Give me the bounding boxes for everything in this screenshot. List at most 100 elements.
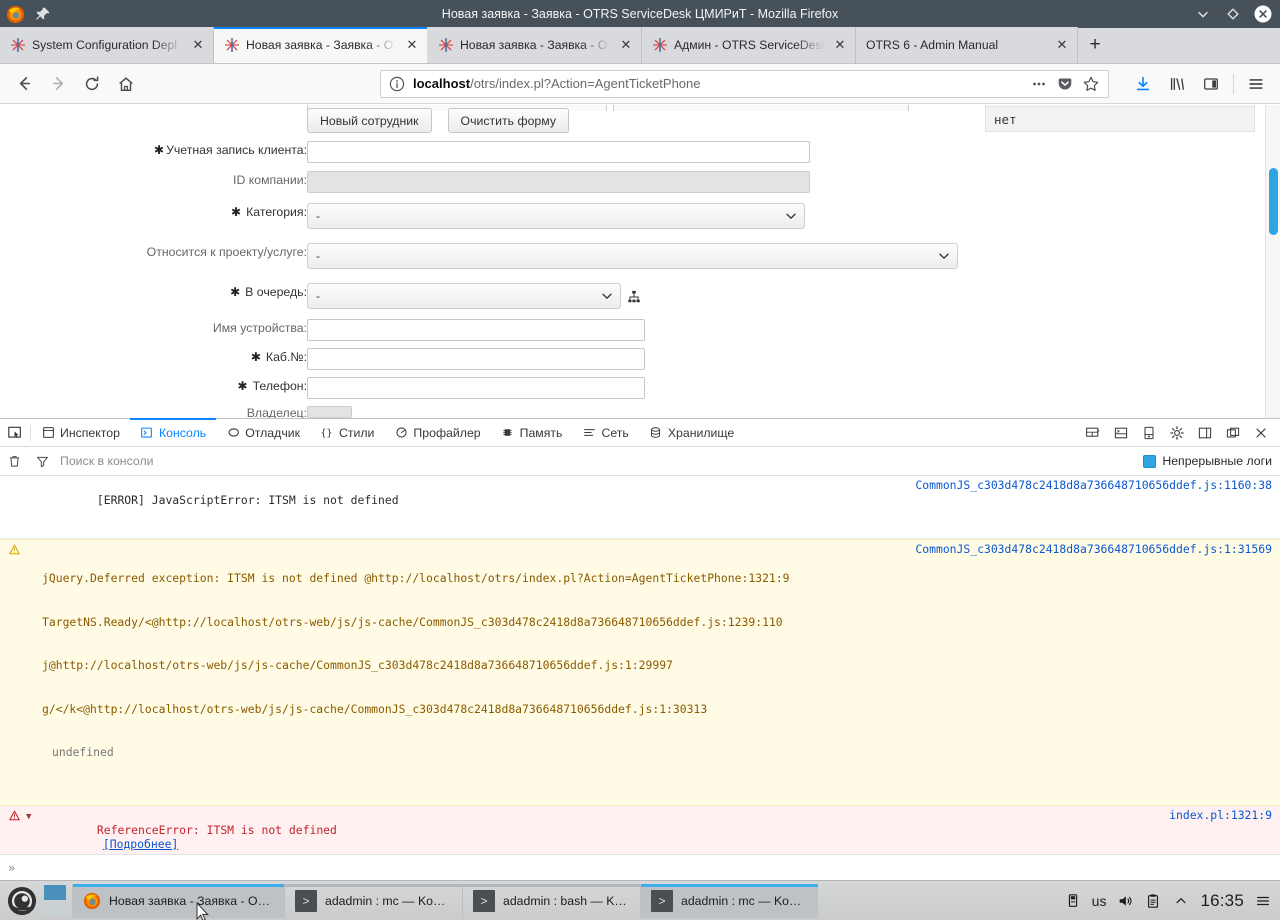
console-message-line: TargetNS.Ready/<@http://localhost/otrs-w… [42, 614, 783, 629]
debugger-icon [226, 426, 240, 440]
window-close-button[interactable] [1254, 5, 1272, 23]
back-button[interactable] [8, 69, 40, 99]
split-console-icon[interactable] [1108, 421, 1134, 445]
category-select[interactable]: - [307, 203, 805, 229]
browser-tab-1[interactable]: Новая заявка - Заявка - ОТ ✕ [214, 27, 428, 63]
project-service-select[interactable]: - [307, 243, 958, 269]
dock-side-icon[interactable] [1192, 421, 1218, 445]
forward-button[interactable] [42, 69, 74, 99]
page-info-icon[interactable] [389, 76, 405, 92]
browser-tab-2[interactable]: Новая заявка - Заявка - ОТ ✕ [428, 27, 642, 63]
new-employee-button[interactable]: Новый сотрудник [307, 108, 432, 133]
taskbar-item-konsole-mc[interactable]: > adadmin : mc — Konsole [640, 883, 818, 918]
category-select-value: - [316, 209, 321, 223]
queue-tree-view-icon[interactable] [627, 290, 641, 304]
room-number-input[interactable] [307, 348, 645, 370]
clear-form-button[interactable]: Очистить форму [447, 108, 570, 133]
volume-icon[interactable] [1116, 892, 1134, 910]
page-scrollbar-track[interactable] [1265, 105, 1280, 418]
tray-menu-icon[interactable] [1254, 892, 1272, 910]
owner-input[interactable] [307, 406, 352, 418]
console-input-prompt[interactable]: » [0, 854, 1280, 880]
clipped-widget-top-right [613, 105, 909, 111]
page-scrollbar-thumb[interactable] [1269, 168, 1278, 235]
address-bar[interactable]: localhost/otrs/index.pl?Action=AgentTick… [380, 69, 1109, 98]
persist-logs-toggle[interactable]: Непрерывные логи [1143, 454, 1280, 468]
device-name-input[interactable] [307, 319, 645, 341]
persist-logs-checkbox[interactable] [1143, 454, 1157, 468]
devtools-tab-style-editor[interactable]: {} Стили [310, 419, 384, 447]
page-actions-icon[interactable] [1026, 72, 1052, 96]
console-output[interactable]: [ERROR] JavaScriptError: ITSM is not def… [0, 476, 1280, 880]
clear-console-icon[interactable] [0, 447, 28, 475]
console-message-source[interactable]: index.pl:1321:9 [1169, 808, 1272, 823]
desktop-taskbar: Новая заявка - Заявка - OTRS S... > adad… [0, 880, 1280, 920]
devtools-tab-label: Хранилище [667, 425, 735, 440]
pager-desktop-1[interactable] [44, 884, 66, 900]
required-marker-icon: ✱ [231, 205, 242, 219]
console-message-1[interactable]: jQuery.Deferred exception: ITSM is not d… [0, 539, 1280, 806]
tab-close-icon[interactable]: ✕ [189, 36, 207, 54]
otrs-favicon-icon [652, 37, 668, 53]
browser-tab-0[interactable]: System Configuration Depl ✕ [0, 27, 214, 63]
taskbar-item-firefox[interactable]: Новая заявка - Заявка - OTRS S... [72, 883, 284, 918]
reload-button[interactable] [76, 69, 108, 99]
usb-device-icon[interactable] [1064, 892, 1082, 910]
dock-window-icon[interactable] [1220, 421, 1246, 445]
console-message-source[interactable]: CommonJS_c303d478c2418d8a736648710656dde… [915, 542, 1272, 557]
taskbar-item-konsole-bash[interactable]: > adadmin : bash — Konsole [462, 883, 640, 918]
devtools-tab-memory[interactable]: Память [491, 419, 573, 447]
devtools-tab-debugger[interactable]: Отладчик [216, 419, 310, 447]
element-picker-icon[interactable] [0, 425, 30, 441]
settings-gear-icon[interactable] [1164, 421, 1190, 445]
browser-tab-3[interactable]: Админ - OTRS ServiceDesk ✕ [642, 27, 856, 63]
window-maximize-button[interactable] [1224, 5, 1242, 23]
responsive-design-mode-icon[interactable] [1080, 421, 1106, 445]
field-label: Категория: [246, 205, 307, 219]
customer-account-input[interactable] [307, 141, 810, 163]
devtools-tab-storage[interactable]: Хранилище [639, 419, 744, 447]
devtools-tab-console[interactable]: Консоль [129, 417, 217, 447]
taskbar-item-konsole-mc-2[interactable]: > adadmin : mc — Konsole <2> [284, 883, 462, 918]
home-button[interactable] [110, 69, 142, 99]
sidebar-toggle-button[interactable] [1195, 69, 1227, 99]
tab-close-icon[interactable]: ✕ [831, 36, 849, 54]
console-message-source[interactable]: CommonJS_c303d478c2418d8a736648710656dde… [915, 478, 1272, 493]
devtools-tab-inspector[interactable]: Инспектор [31, 419, 130, 447]
browser-tab-4[interactable]: OTRS 6 - Admin Manual ✕ [856, 27, 1078, 63]
downloads-button[interactable] [1127, 69, 1159, 99]
chevron-down-icon [937, 249, 951, 263]
bookmark-star-icon[interactable] [1078, 72, 1104, 96]
pocket-icon[interactable] [1052, 72, 1078, 96]
queue-select[interactable]: - [307, 283, 621, 309]
tab-close-icon[interactable]: ✕ [617, 36, 635, 54]
phone-input[interactable] [307, 377, 645, 399]
pin-icon[interactable] [35, 6, 51, 22]
show-hidden-tray-icon[interactable] [1172, 892, 1190, 910]
virtual-desktop-pager[interactable] [44, 884, 66, 917]
devtools-tab-network[interactable]: Сеть [572, 419, 638, 447]
web-page-viewport: нет Новый сотрудник Очистить форму ✱ Уче… [0, 105, 1280, 418]
tab-close-icon[interactable]: ✕ [403, 36, 421, 54]
devtools-toolbar: Инспектор Консоль Отладчик {} Стили Проф… [0, 417, 1280, 447]
tab-close-icon[interactable]: ✕ [1053, 36, 1071, 54]
window-minimize-button[interactable] [1194, 5, 1212, 23]
storage-icon [649, 426, 663, 440]
learn-more-link[interactable]: [Подробнее] [103, 837, 178, 851]
filter-funnel-icon[interactable] [28, 447, 56, 475]
screenshot-icon[interactable] [1136, 421, 1162, 445]
clipboard-icon[interactable] [1144, 892, 1162, 910]
library-button[interactable] [1161, 69, 1193, 99]
console-filter-input[interactable]: Поиск в консоли [56, 454, 1143, 468]
expand-twisty-icon[interactable]: ▼ [26, 810, 31, 825]
clock[interactable]: 16:35 [1200, 891, 1244, 911]
required-marker-icon: ✱ [237, 379, 248, 393]
hamburger-menu-button[interactable] [1240, 69, 1272, 99]
console-message-0[interactable]: [ERROR] JavaScriptError: ITSM is not def… [0, 476, 1280, 539]
new-tab-button[interactable]: + [1078, 27, 1112, 63]
devtools-close-icon[interactable] [1248, 421, 1274, 445]
application-menu-button[interactable] [0, 881, 44, 920]
keyboard-layout-indicator[interactable]: us [1092, 893, 1107, 909]
devtools-tab-performance[interactable]: Профайлер [384, 419, 490, 447]
pager-desktop-2[interactable] [44, 901, 66, 917]
